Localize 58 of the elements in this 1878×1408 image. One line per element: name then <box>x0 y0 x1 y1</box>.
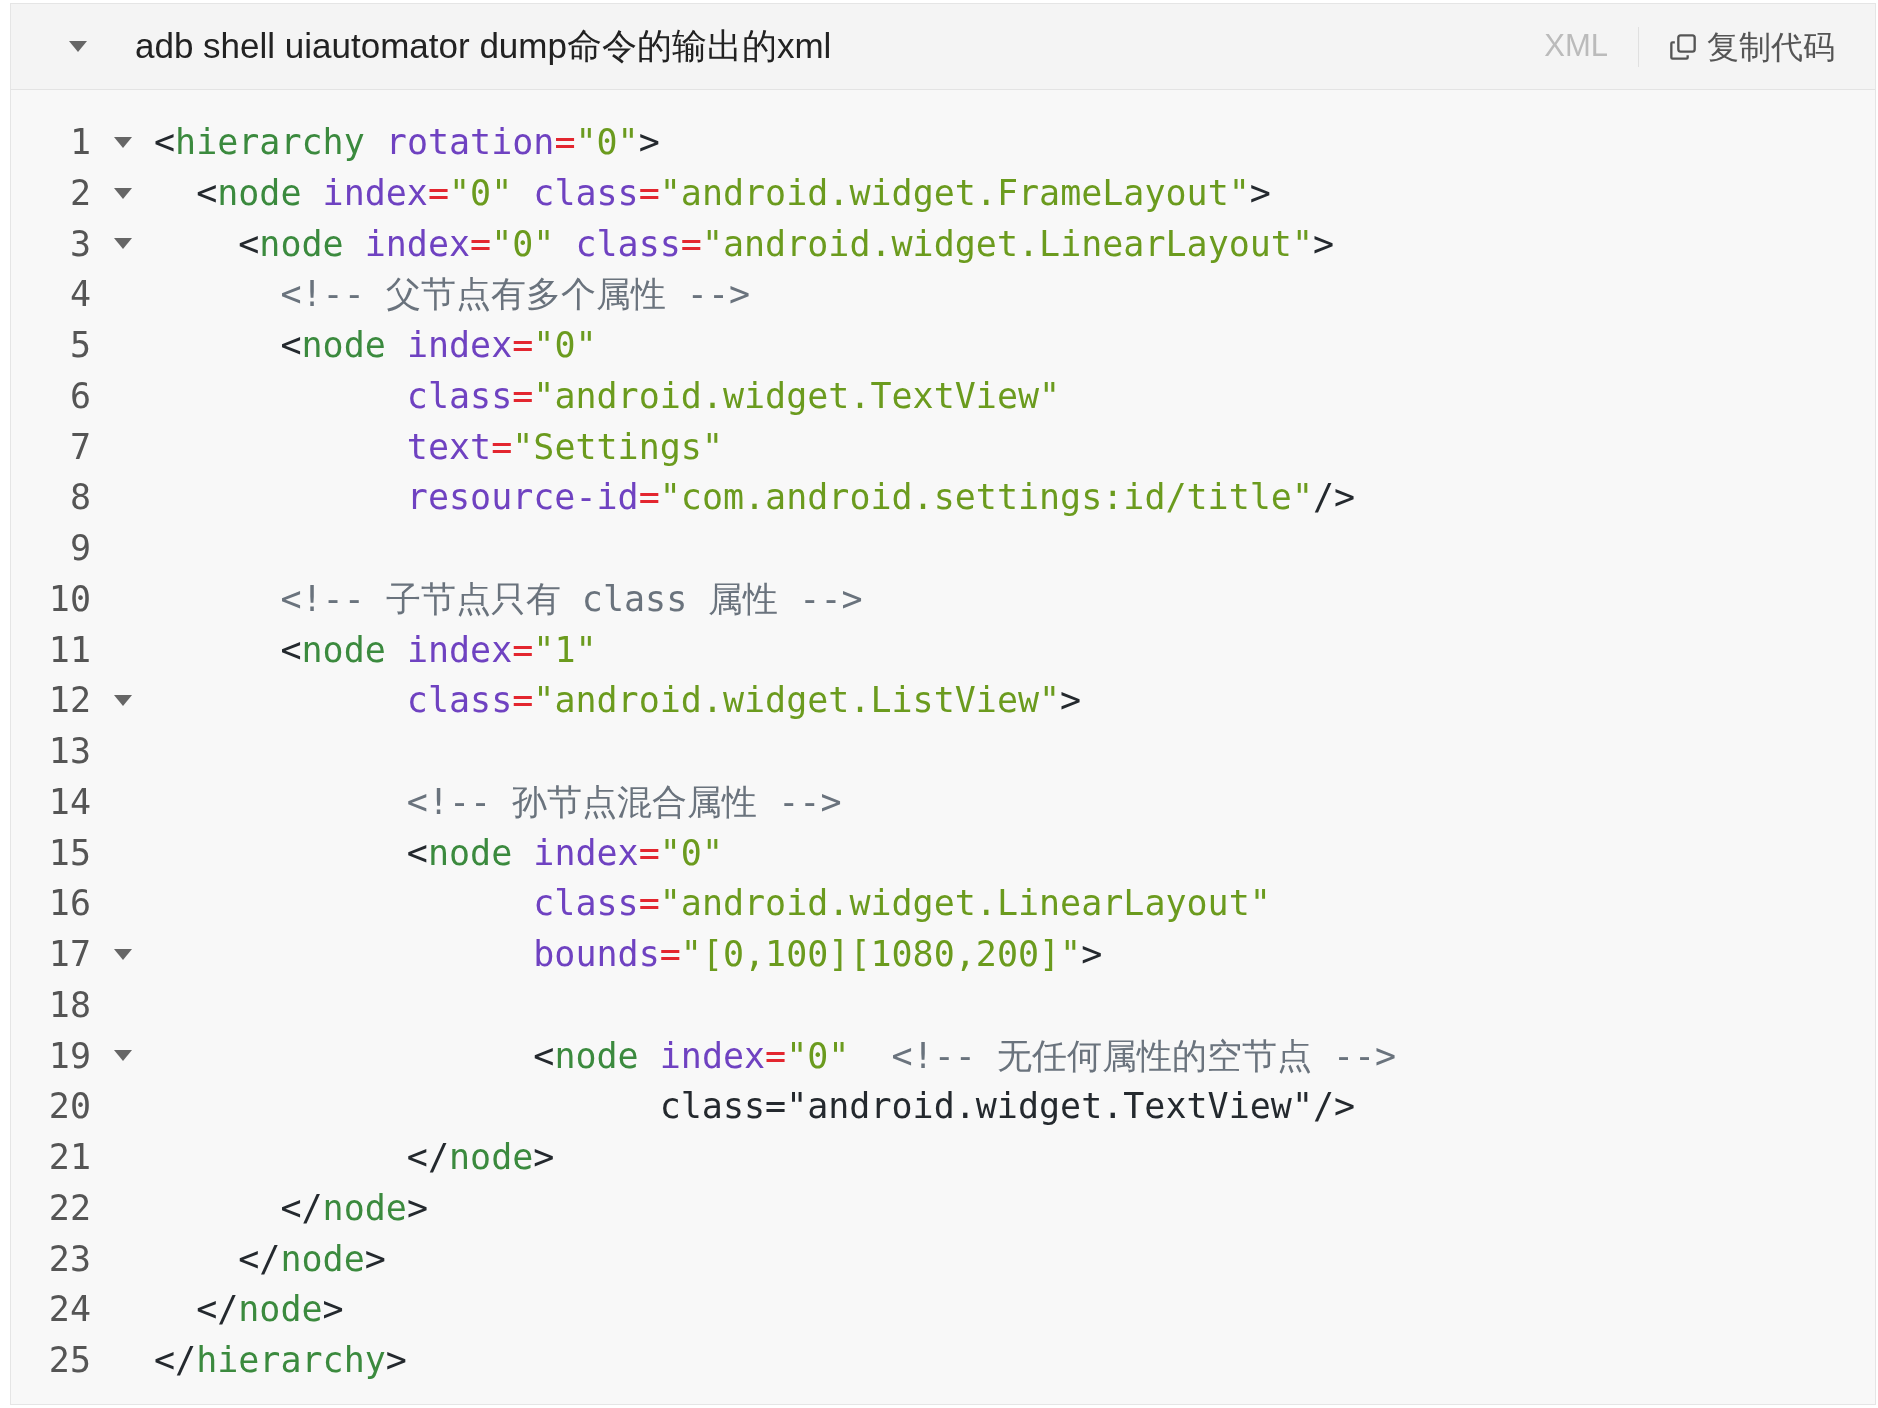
code-line: </node> <box>195 1288 344 1332</box>
code-line: class="android.widget.LinearLayout" <box>532 882 1271 926</box>
copy-icon <box>1669 32 1697 61</box>
code-line: <node index="1" <box>279 628 597 672</box>
line-number: 21 <box>47 1136 91 1179</box>
code-line: <!-- 父节点有多个属性 --> <box>279 273 751 317</box>
line-number: 4 <box>68 273 91 317</box>
line-number: 15 <box>47 831 91 875</box>
line-number: 24 <box>47 1288 91 1332</box>
line-number: 12 <box>47 679 91 723</box>
code-line: <hierarchy rotation="0"> <box>154 121 660 164</box>
line-number: 7 <box>68 425 91 469</box>
language-label: XML <box>1544 27 1608 66</box>
code-line: </hierarchy> <box>154 1339 407 1382</box>
line-number: 22 <box>47 1186 91 1230</box>
fold-caret-icon[interactable] <box>113 238 132 250</box>
code-line: <!-- 孙节点混合属性 --> <box>405 780 842 824</box>
code-line: </node> <box>279 1186 428 1230</box>
code-title: adb shell uiautomator dump命令的输出的xml <box>135 25 832 68</box>
code-line: bounds="[0,100][1080,200]"> <box>532 933 1103 976</box>
code-line: </node> <box>405 1136 555 1179</box>
code-line: resource-id="com.android.settings:id/title"/> <box>405 476 1356 520</box>
line-number: 6 <box>68 374 91 418</box>
line-number: 3 <box>68 222 91 266</box>
code-line: text="Settings" <box>405 425 723 469</box>
line-number: 1 <box>68 121 91 164</box>
fold-caret-icon[interactable] <box>113 1050 132 1062</box>
line-number: 19 <box>47 1034 91 1078</box>
line-number: 17 <box>47 933 91 976</box>
line-number: 2 <box>68 171 91 215</box>
line-number: 10 <box>47 577 91 621</box>
code-line: <node index="0" class="android.widget.FrameLayout"> <box>195 171 1271 215</box>
line-number: 25 <box>47 1339 91 1382</box>
copy-code-button[interactable]: 复制代码 <box>1669 22 1835 71</box>
fold-caret-icon[interactable] <box>113 695 132 707</box>
code-line: <!-- 子节点只有 class 属性 --> <box>279 577 863 621</box>
code-line: class="android.widget.ListView"> <box>405 679 1082 723</box>
line-number: 18 <box>47 983 91 1027</box>
line-number: 20 <box>47 1085 91 1129</box>
code-line: <node index="0" class="android.widget.LinearLayout"> <box>237 222 1335 266</box>
collapse-caret-icon[interactable] <box>69 41 87 52</box>
fold-caret-icon[interactable] <box>113 948 132 960</box>
line-number: 16 <box>47 882 91 926</box>
fold-caret-icon[interactable] <box>113 187 132 199</box>
fold-caret-icon[interactable] <box>113 136 132 148</box>
line-number: 23 <box>47 1237 91 1281</box>
line-number: 11 <box>47 628 91 672</box>
line-number: 8 <box>68 476 91 520</box>
code-line: <node index="0" <box>279 324 597 367</box>
line-number: 5 <box>68 324 91 367</box>
code-line: <node index="0" <box>405 831 723 875</box>
code-line: </node> <box>237 1237 386 1281</box>
code-line: class="android.widget.TextView"/> <box>658 1085 1356 1129</box>
code-line: <node index="0" <!-- 无任何属性的空节点 --> <box>532 1034 1397 1078</box>
line-number: 14 <box>47 780 91 824</box>
line-number: 9 <box>68 527 91 570</box>
code-line: class="android.widget.TextView" <box>405 374 1061 418</box>
line-number: 13 <box>47 730 91 773</box>
